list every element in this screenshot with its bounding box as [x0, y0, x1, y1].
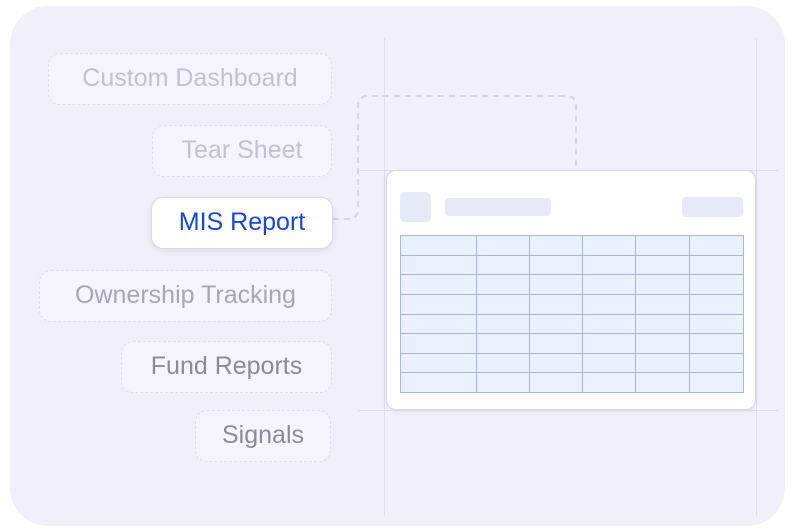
table-cell: [529, 352, 583, 374]
table-cell: [635, 352, 690, 374]
table-cell: [476, 293, 530, 315]
table-cell: [582, 352, 636, 374]
table-row: [400, 235, 744, 256]
table-row: [400, 254, 744, 276]
table-row: [400, 313, 744, 335]
table-cell: [476, 274, 530, 295]
table-cell: [635, 372, 690, 393]
table-cell: [529, 293, 583, 315]
menu-item-custom-dashboard[interactable]: Custom Dashboard: [48, 53, 332, 105]
guide-line-vertical: [384, 38, 385, 516]
table-cell: [400, 352, 477, 374]
report-preview-card: [386, 170, 756, 410]
table-cell: [635, 313, 690, 335]
table-cell: [476, 333, 530, 354]
table-cell: [689, 352, 744, 374]
table-cell: [400, 313, 477, 335]
menu-item-tear-sheet[interactable]: Tear Sheet: [152, 125, 332, 177]
table-cell: [476, 235, 530, 256]
table-cell: [476, 352, 530, 374]
menu-item-signals[interactable]: Signals: [195, 410, 331, 462]
table-row: [400, 333, 744, 354]
table-cell: [529, 235, 583, 256]
table-cell: [529, 372, 583, 393]
table-cell: [582, 313, 636, 335]
table-cell: [689, 313, 744, 335]
illustration-canvas: Custom Dashboard Tear Sheet MIS Report O…: [10, 6, 785, 526]
table-row: [400, 293, 744, 315]
table-cell: [689, 254, 744, 276]
table-cell: [635, 293, 690, 315]
table-cell: [582, 333, 636, 354]
table-cell: [689, 372, 744, 393]
table-cell: [476, 313, 530, 335]
menu-item-fund-reports[interactable]: Fund Reports: [121, 341, 332, 393]
table-cell: [635, 254, 690, 276]
report-logo-placeholder: [400, 192, 431, 222]
table-cell: [635, 333, 690, 354]
table-cell: [689, 333, 744, 354]
table-cell: [582, 372, 636, 393]
table-cell: [476, 254, 530, 276]
table-cell: [635, 235, 690, 256]
table-row: [400, 352, 744, 374]
table-cell: [400, 293, 477, 315]
table-cell: [400, 254, 477, 276]
table-cell: [582, 235, 636, 256]
report-action-placeholder: [682, 197, 743, 217]
table-cell: [635, 274, 690, 295]
table-cell: [476, 372, 530, 393]
table-cell: [582, 254, 636, 276]
report-table: [400, 235, 744, 393]
report-title-placeholder: [445, 198, 551, 216]
table-cell: [529, 254, 583, 276]
table-cell: [689, 235, 744, 256]
menu-item-ownership-tracking[interactable]: Ownership Tracking: [39, 270, 332, 322]
table-cell: [400, 333, 477, 354]
table-cell: [529, 333, 583, 354]
table-cell: [582, 274, 636, 295]
table-cell: [400, 235, 477, 256]
table-cell: [529, 313, 583, 335]
table-cell: [582, 293, 636, 315]
table-row: [400, 372, 744, 393]
guide-line-horizontal: [358, 410, 778, 411]
guide-line-vertical: [756, 38, 757, 516]
menu-item-mis-report[interactable]: MIS Report: [151, 197, 333, 249]
table-cell: [400, 274, 477, 295]
table-cell: [529, 274, 583, 295]
table-cell: [400, 372, 477, 393]
table-row: [400, 274, 744, 295]
table-cell: [689, 293, 744, 315]
table-cell: [689, 274, 744, 295]
